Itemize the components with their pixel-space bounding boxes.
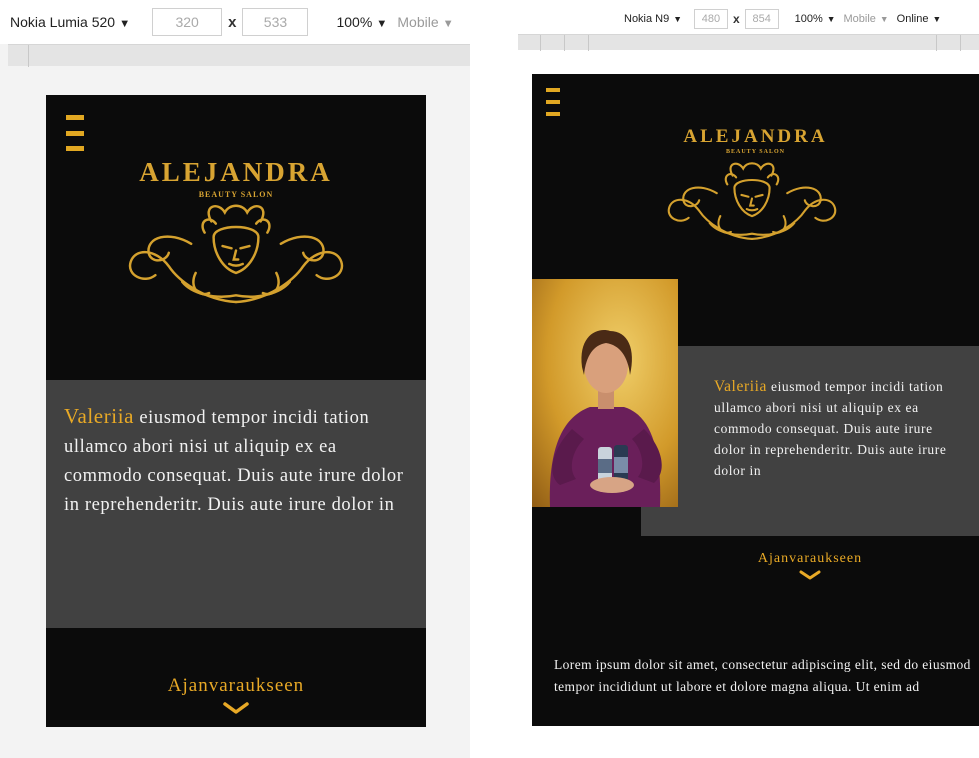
bio-name: Valeriia	[714, 378, 767, 395]
dimension-separator: x	[228, 13, 237, 31]
site-viewport[interactable]: ALEJANDRA BEAUTY SALON Valeriia eiusmod …	[46, 95, 426, 727]
mode-select[interactable]: Mobile ▼	[844, 13, 889, 25]
device-select[interactable]: Nokia N9 ▼	[624, 13, 682, 25]
mode-select[interactable]: Mobile ▼	[397, 14, 453, 30]
height-field[interactable]: 854	[744, 9, 779, 29]
bio-panel: Valeriia eiusmod tempor incidi tation ul…	[46, 380, 426, 628]
bio-name: Valeriia	[64, 404, 135, 428]
device-name: Nokia Lumia 520	[10, 14, 116, 30]
mode-label: Mobile	[397, 14, 439, 30]
caret-down-icon: ▼	[673, 14, 682, 24]
caret-down-icon: ▼	[376, 18, 388, 30]
network-label: Online	[896, 13, 929, 25]
hamburger-menu-icon[interactable]	[66, 115, 84, 151]
dimension-separator: x	[732, 12, 740, 26]
caret-down-icon: ▼	[826, 14, 836, 24]
chevron-down-icon	[223, 702, 249, 714]
brand-logo: ALEJANDRA BEAUTY SALON	[46, 157, 426, 199]
device-select[interactable]: Nokia Lumia 520 ▼	[10, 14, 130, 30]
bio-text: Valeriia eiusmod tempor incidi tation ul…	[64, 402, 408, 520]
chevron-down-icon	[799, 570, 821, 580]
ruler-mark	[960, 35, 961, 51]
booking-label: Ajanvaraukseen	[757, 551, 863, 566]
zoom-select[interactable]: 100% ▼	[795, 13, 836, 25]
brand-subtitle: BEAUTY SALON	[726, 149, 785, 155]
stylist-photo	[532, 279, 678, 507]
ornamental-face-emblem-icon	[667, 162, 837, 241]
brand-subtitle: BEAUTY SALON	[198, 190, 274, 199]
booking-label: Ajanvaraukseen	[167, 675, 305, 696]
booking-link[interactable]: Ajanvaraukseen	[641, 551, 979, 581]
device-toolbar: Nokia Lumia 520 ▼ 320 x 533 100% ▼ Mobile ▼	[0, 0, 470, 44]
ruler-mark	[540, 35, 541, 51]
intro-text: Lorem ipsum dolor sit amet, consectetur …	[554, 657, 971, 694]
height-field[interactable]: 533	[242, 8, 309, 36]
hamburger-menu-icon[interactable]	[546, 88, 560, 116]
media-query-ruler	[8, 44, 470, 67]
site-viewport[interactable]: ALEJANDRA BEAUTY SALON Valeriia eiusmod …	[532, 74, 979, 726]
ornamental-face-emblem-icon	[128, 204, 344, 304]
caret-down-icon: ▼	[879, 14, 889, 24]
brand-logo: ALEJANDRA BEAUTY SALON	[532, 126, 979, 155]
device-toolbar: Nokia N9 ▼ 480 x 854 100% ▼ Mobile ▼ Online…	[518, 4, 979, 34]
bio-text: Valeriia eiusmod tempor incidi tation ul…	[714, 376, 967, 481]
width-field[interactable]: 320	[152, 8, 223, 36]
mode-label: Mobile	[843, 13, 876, 25]
media-query-ruler	[518, 34, 979, 51]
ruler-mark	[564, 35, 565, 51]
booking-link[interactable]: Ajanvaraukseen	[46, 675, 426, 715]
zoom-label: 100%	[336, 14, 373, 30]
device-preview-nokia-lumia-520: Nokia Lumia 520 ▼ 320 x 533 100% ▼ Mobile ▼…	[0, 0, 470, 758]
device-name: Nokia N9	[624, 13, 670, 25]
brand-name: ALEJANDRA	[683, 126, 828, 147]
caret-down-icon: ▼	[442, 18, 454, 30]
device-preview-nokia-n9: Nokia N9 ▼ 480 x 854 100% ▼ Mobile ▼ Online…	[518, 0, 979, 758]
zoom-label: 100%	[794, 13, 823, 25]
ruler-mark	[28, 45, 29, 67]
bio-panel: Valeriia eiusmod tempor incidi tation ul…	[641, 346, 979, 536]
brand-name: ALEJANDRA	[139, 157, 333, 187]
width-field[interactable]: 480	[693, 9, 728, 29]
ruler-mark	[936, 35, 937, 51]
caret-down-icon: ▼	[119, 18, 131, 30]
ruler-mark	[588, 35, 589, 51]
caret-down-icon: ▼	[932, 14, 942, 24]
zoom-select[interactable]: 100% ▼	[336, 14, 387, 30]
network-select[interactable]: Online ▼	[897, 13, 942, 25]
